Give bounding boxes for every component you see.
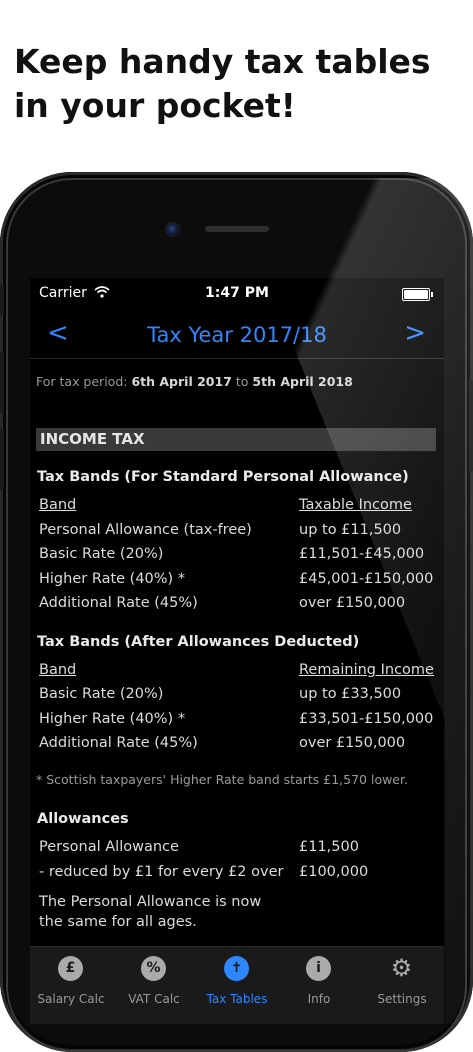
tab-bar: £ Salary Calc % VAT Calc ✝ Tax Tables i … <box>30 946 444 1024</box>
next-year-button[interactable]: > <box>404 318 426 348</box>
allowance-label: Personal Allowance <box>39 839 179 855</box>
band-value: up to £11,500 <box>299 522 402 538</box>
tab-label: Salary Calc <box>37 992 105 1006</box>
volume-up-button <box>0 352 4 414</box>
app-screen: Carrier 1:47 PM < Tax Year 2017/18 > For… <box>30 278 444 1024</box>
band-value: over £150,000 <box>299 595 406 611</box>
band-label: Additional Rate (45%) <box>39 595 198 611</box>
pound-icon: £ <box>58 956 83 981</box>
band-label: Higher Rate (40%) * <box>39 571 186 587</box>
after-allowances-title: Tax Bands (After Allowances Deducted) <box>37 634 360 650</box>
info-icon: i <box>306 956 331 981</box>
gear-icon: ⚙ <box>390 954 413 982</box>
tax-tables-icon: ✝ <box>224 956 249 981</box>
column-header-remaining-income: Remaining Income <box>299 662 434 678</box>
power-button <box>469 380 473 472</box>
allowances-title: Allowances <box>37 811 129 827</box>
period-joiner: to <box>235 374 249 389</box>
column-header-band: Band <box>39 662 77 678</box>
allowance-label: - reduced by £1 for every £2 over <box>39 864 284 880</box>
tab-tax-tables[interactable]: ✝ Tax Tables <box>196 947 278 1009</box>
tab-settings[interactable]: ⚙ Settings <box>361 947 443 1009</box>
headline: Keep handy tax tables in your pocket! <box>14 42 431 125</box>
navigation-bar: < Tax Year 2017/18 > <box>30 314 444 359</box>
status-bar: Carrier 1:47 PM <box>30 278 444 308</box>
period-start: 6th April 2017 <box>131 374 232 389</box>
mute-switch <box>0 284 4 316</box>
column-header-band: Band <box>39 497 77 513</box>
tab-info[interactable]: i Info <box>278 947 360 1009</box>
front-camera <box>165 222 180 237</box>
percent-icon: % <box>141 956 166 981</box>
tab-label: Info <box>307 992 331 1006</box>
band-label: Personal Allowance (tax-free) <box>39 522 252 538</box>
status-time: 1:47 PM <box>205 285 269 301</box>
band-value: £11,501-£45,000 <box>299 546 425 562</box>
tab-label: Tax Tables <box>206 992 268 1006</box>
tax-period: For tax period: 6th April 2017 to 5th Ap… <box>36 374 353 389</box>
band-label: Additional Rate (45%) <box>39 735 198 751</box>
band-value: £33,501-£150,000 <box>299 711 434 727</box>
band-label: Basic Rate (20%) <box>39 686 164 702</box>
earpiece-speaker <box>205 226 269 232</box>
standard-bands-title: Tax Bands (For Standard Personal Allowan… <box>37 469 409 485</box>
period-end: 5th April 2018 <box>252 374 353 389</box>
band-value: up to £33,500 <box>299 686 402 702</box>
band-label: Higher Rate (40%) * <box>39 711 186 727</box>
battery-icon <box>402 288 433 301</box>
tab-vat-calc[interactable]: % VAT Calc <box>113 947 195 1009</box>
band-label: Basic Rate (20%) <box>39 546 164 562</box>
band-value: over £150,000 <box>299 735 406 751</box>
volume-down-button <box>0 428 4 490</box>
band-value: £45,001-£150,000 <box>299 571 434 587</box>
scottish-note: * Scottish taxpayers' Higher Rate band s… <box>36 772 408 787</box>
tab-salary-calc[interactable]: £ Salary Calc <box>30 947 112 1009</box>
page-title: Tax Year 2017/18 <box>147 323 327 347</box>
tab-label: Settings <box>377 992 427 1006</box>
allowance-note: The Personal Allowance is now the same f… <box>39 894 262 930</box>
tab-label: VAT Calc <box>128 992 180 1006</box>
period-prefix: For tax period: <box>36 374 128 389</box>
column-header-taxable-income: Taxable Income <box>299 497 412 513</box>
allowance-value: £11,500 <box>299 839 359 855</box>
section-header-income-tax: INCOME TAX <box>36 428 436 451</box>
allowance-value: £100,000 <box>299 864 369 880</box>
